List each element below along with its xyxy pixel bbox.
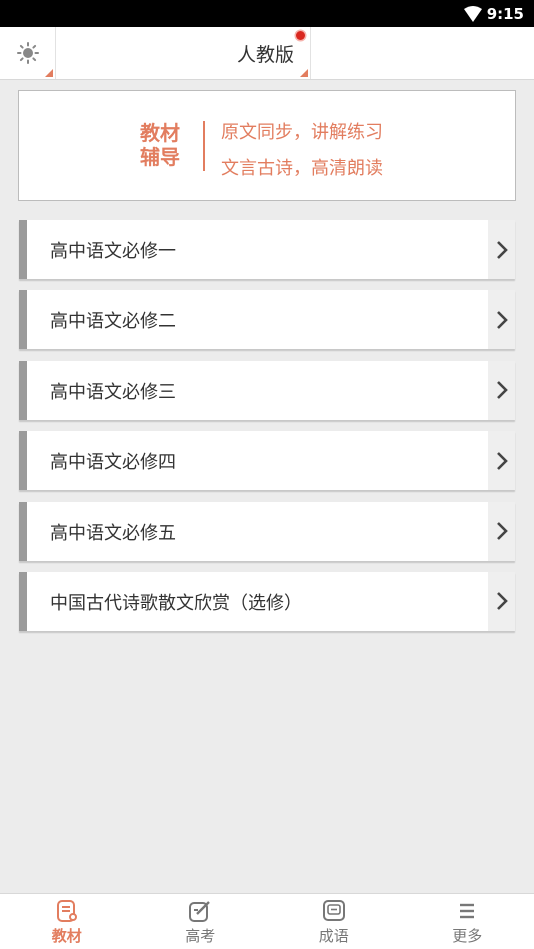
chevron-right-icon (488, 220, 515, 279)
list-item[interactable]: 高中语文必修二 (19, 290, 515, 350)
status-bar: 9:15 (0, 0, 534, 27)
tab-exam[interactable]: 高考 (134, 894, 268, 949)
book-title: 高中语文必修四 (50, 452, 176, 474)
tab-idiom[interactable]: 成语 (267, 894, 401, 949)
book-title: 高中语文必修二 (50, 311, 176, 333)
menu-icon (454, 898, 480, 924)
top-bar: 人教版 (0, 27, 534, 80)
list-item[interactable]: 高中语文必修三 (19, 360, 515, 420)
status-time: 9:15 (486, 5, 524, 23)
brightness-button[interactable] (0, 27, 56, 79)
book-title: 中国古代诗歌散文欣赏（选修） (50, 592, 302, 614)
wifi-icon (464, 6, 482, 22)
chevron-right-icon (488, 571, 515, 631)
list-item[interactable]: 高中语文必修四 (19, 431, 515, 491)
bottom-tab-bar: 教材 高考 成语 更多 (0, 893, 534, 949)
book-list: 高中语文必修一 高中语文必修二 高中语文必修三 高中语文必修四 高中语文必修五 … (19, 220, 515, 642)
textbook-icon (54, 898, 80, 924)
tab-label: 更多 (452, 927, 483, 945)
banner-line-1: 原文同步，讲解练习 (221, 122, 383, 143)
chevron-right-icon (488, 360, 515, 420)
idiom-book-icon (321, 898, 347, 924)
dropdown-corner-icon (300, 69, 308, 77)
tab-label: 高考 (185, 927, 216, 945)
chevron-right-icon (488, 431, 515, 491)
version-selector[interactable]: 人教版 (56, 27, 311, 79)
chevron-right-icon (488, 501, 515, 561)
list-item[interactable]: 高中语文必修五 (19, 501, 515, 561)
tab-more[interactable]: 更多 (401, 894, 534, 949)
textbook-banner[interactable]: 教材 辅导 原文同步，讲解练习 文言古诗，高清朗读 (18, 90, 516, 201)
book-title: 高中语文必修五 (50, 522, 176, 544)
banner-text: 原文同步，讲解练习 文言古诗，高清朗读 (221, 115, 383, 187)
notification-dot (296, 31, 305, 40)
list-item[interactable]: 高中语文必修一 (19, 220, 515, 279)
tab-label: 成语 (318, 927, 349, 945)
banner-title: 教材 辅导 (140, 121, 180, 169)
tab-label: 教材 (51, 927, 82, 945)
chevron-right-icon (488, 290, 515, 350)
banner-divider (203, 121, 205, 171)
exam-edit-icon (187, 898, 213, 924)
list-item[interactable]: 中国古代诗歌散文欣赏（选修） (19, 571, 515, 631)
tab-textbook[interactable]: 教材 (0, 894, 134, 949)
version-label: 人教版 (236, 43, 294, 66)
banner-line-2: 文言古诗，高清朗读 (221, 158, 383, 179)
dropdown-corner-icon (45, 69, 53, 77)
sun-icon (16, 42, 39, 64)
book-title: 高中语文必修一 (50, 241, 176, 262)
book-title: 高中语文必修三 (50, 381, 176, 403)
